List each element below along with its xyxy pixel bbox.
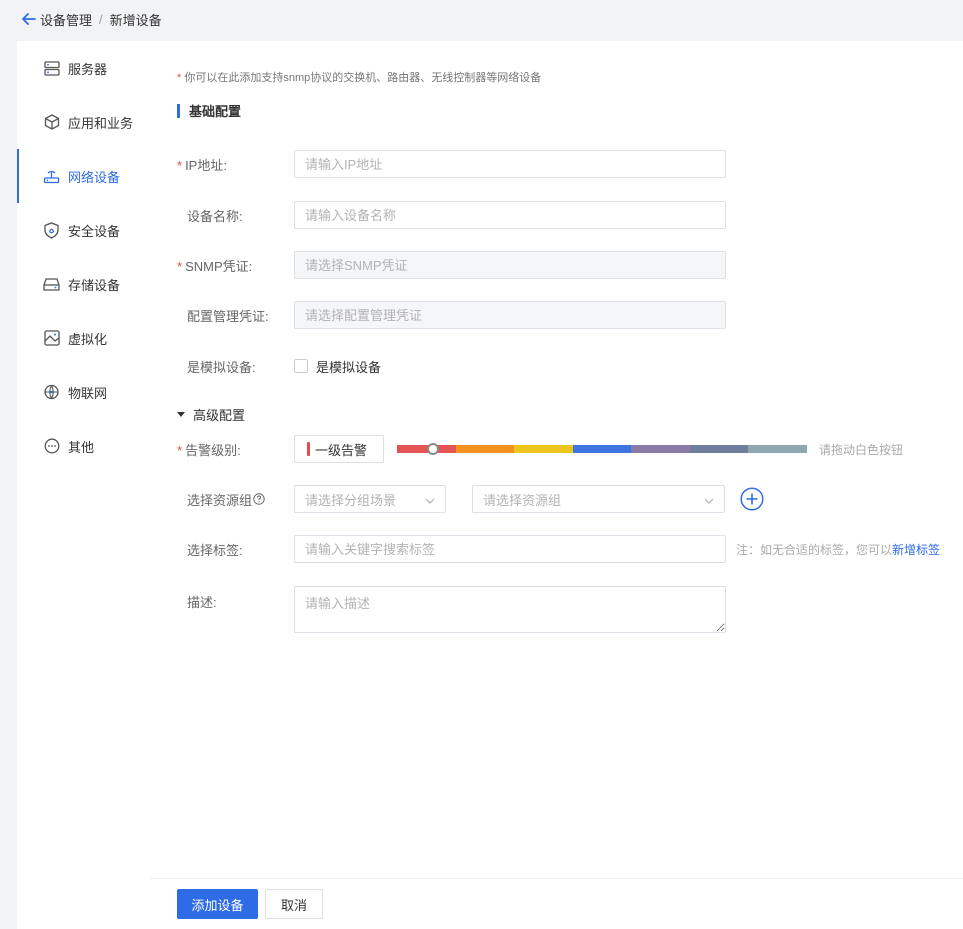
sidebar-item-virtualization[interactable]: 虚拟化 <box>17 311 150 365</box>
config-credential-row: 配置管理凭证: <box>177 301 726 329</box>
basic-config-title-text: 基础配置 <box>189 104 242 119</box>
required-mark: * <box>177 442 183 458</box>
alarm-level-segment-7 <box>748 445 808 453</box>
storage-icon <box>43 276 60 293</box>
chevron-down-icon <box>425 492 435 507</box>
sidebar-item-server[interactable]: 服务器 <box>17 41 150 95</box>
required-mark: * <box>177 72 182 84</box>
required-mark: * <box>177 157 183 173</box>
breadcrumb-current: 新增设备 <box>109 12 162 28</box>
tags-note: 注：如无合适的标签，您可以新增标签 <box>736 542 941 557</box>
advanced-config-toggle[interactable]: 高级配置 <box>177 405 245 424</box>
simulated-checkbox[interactable] <box>294 359 308 373</box>
device-name-input[interactable] <box>294 201 726 229</box>
cancel-button[interactable]: 取消 <box>265 889 323 919</box>
add-tag-link[interactable]: 新增标签 <box>892 543 940 557</box>
sidebar-item-application[interactable]: 应用和业务 <box>17 95 150 149</box>
alarm-row: * 告警级别: 一级告警 请拖动白色按钮 <box>177 435 903 463</box>
alarm-level-segment-5 <box>631 445 690 453</box>
ip-row: * IP地址: <box>177 150 726 178</box>
caret-down-icon <box>177 412 185 417</box>
slider-handle[interactable] <box>427 443 439 455</box>
iot-icon <box>43 384 60 401</box>
simulated-label: 是模拟设备: <box>187 359 256 375</box>
simulated-checkbox-label[interactable]: 是模拟设备 <box>316 357 381 376</box>
form-note-text: 你可以在此添加支持snmp协议的交换机、路由器、无线控制器等网络设备 <box>184 72 542 84</box>
config-credential-select[interactable] <box>294 301 726 329</box>
tags-search-input[interactable] <box>294 535 726 563</box>
resource-group-select[interactable]: 请选择资源组 <box>472 485 725 513</box>
breadcrumb-parent[interactable]: 设备管理 <box>40 10 92 29</box>
breadcrumb: 设备管理 / 新增设备 <box>0 0 963 38</box>
tags-row: 选择标签: 注：如无合适的标签，您可以新增标签 <box>177 535 940 563</box>
form-note: * 你可以在此添加支持snmp协议的交换机、路由器、无线控制器等网络设备 <box>177 69 541 85</box>
description-textarea[interactable] <box>294 586 726 633</box>
alarm-level-segment-2 <box>455 445 515 453</box>
snmp-select[interactable] <box>294 251 726 279</box>
form-panel: * 你可以在此添加支持snmp协议的交换机、路由器、无线控制器等网络设备 基础配… <box>150 41 963 929</box>
sidebar-item-label: 服务器 <box>68 61 108 77</box>
ip-label: * IP地址: <box>177 157 227 173</box>
resource-row: 选择资源组 请选择分组场景 请选择资源组 <box>177 485 764 513</box>
back-arrow-icon[interactable] <box>22 13 36 25</box>
scene-select[interactable]: 请选择分组场景 <box>294 485 446 513</box>
form-footer: 添加设备 取消 <box>150 878 963 929</box>
resource-label: 选择资源组 <box>177 490 294 509</box>
breadcrumb-separator: / <box>99 11 103 27</box>
alarm-level-marker <box>307 442 310 456</box>
sidebar-item-iot[interactable]: 物联网 <box>17 365 150 419</box>
alarm-level-badge[interactable]: 一级告警 <box>294 435 384 463</box>
advanced-config-title-text: 高级配置 <box>193 408 246 423</box>
server-icon <box>43 60 60 77</box>
sidebar-item-label: 安全设备 <box>68 223 121 239</box>
snmp-row: * SNMP凭证: <box>177 251 726 279</box>
chevron-down-icon <box>704 492 714 507</box>
snmp-label: * SNMP凭证: <box>177 258 253 274</box>
sidebar-item-label: 应用和业务 <box>68 115 134 131</box>
virtual-icon <box>43 330 60 347</box>
alarm-level-segment-6 <box>689 445 749 453</box>
add-resource-group-icon[interactable] <box>740 487 764 511</box>
more-icon <box>43 438 60 455</box>
ip-input[interactable] <box>294 150 726 178</box>
alarm-label: * 告警级别: <box>177 442 241 458</box>
sidebar-item-storage[interactable]: 存储设备 <box>17 257 150 311</box>
alarm-level-slider[interactable] <box>397 443 808 455</box>
sidebar-item-label: 其他 <box>68 439 95 455</box>
sidebar-item-label: 存储设备 <box>68 277 121 293</box>
alarm-level-segment-4 <box>572 445 632 453</box>
cube-icon <box>43 114 60 131</box>
description-label: 描述: <box>187 595 217 610</box>
device-name-label: 设备名称: <box>187 208 243 224</box>
config-credential-label: 配置管理凭证: <box>187 308 269 324</box>
sidebar: 服务器 应用和业务 网络设备 安全设备 存储设备 虚拟化 物联网 其他 <box>17 41 150 929</box>
sidebar-item-security[interactable]: 安全设备 <box>17 203 150 257</box>
help-icon[interactable] <box>253 493 265 505</box>
add-device-button[interactable]: 添加设备 <box>177 889 258 919</box>
sidebar-item-network[interactable]: 网络设备 <box>17 149 150 203</box>
section-marker <box>177 103 180 118</box>
tags-label: 选择标签: <box>187 542 243 558</box>
required-mark: * <box>177 258 183 274</box>
basic-config-title: 基础配置 <box>177 101 241 120</box>
alarm-level-value: 一级告警 <box>315 442 368 458</box>
device-name-row: 设备名称: <box>177 201 726 229</box>
alarm-hint: 请拖动白色按钮 <box>819 442 904 457</box>
sidebar-item-other[interactable]: 其他 <box>17 419 150 473</box>
shield-icon <box>43 221 60 239</box>
description-row: 描述: <box>177 586 726 633</box>
simulated-row: 是模拟设备: 是模拟设备 <box>177 352 381 380</box>
router-icon <box>43 168 60 185</box>
sidebar-item-label: 虚拟化 <box>68 331 108 347</box>
alarm-level-segment-3 <box>514 445 573 453</box>
sidebar-item-label: 网络设备 <box>68 169 121 185</box>
sidebar-item-label: 物联网 <box>68 385 108 401</box>
